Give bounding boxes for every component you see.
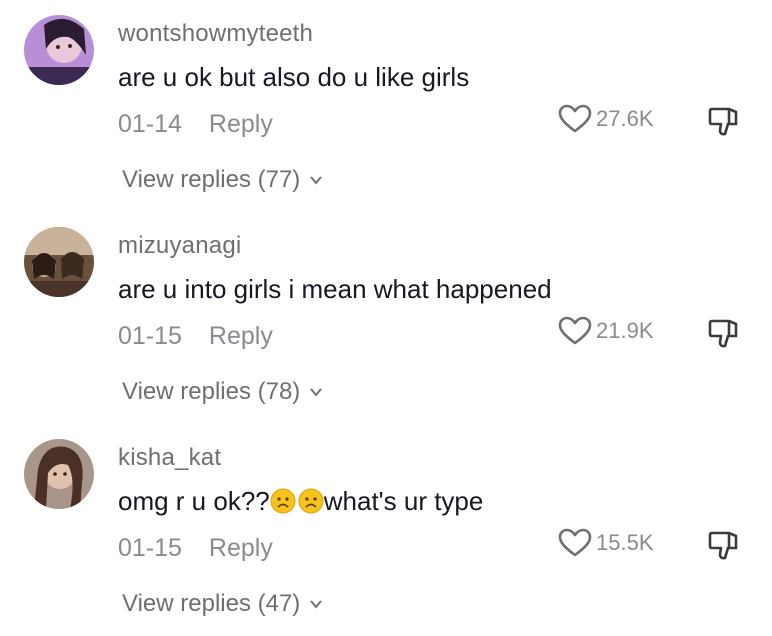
reply-button[interactable]: Reply <box>209 534 273 562</box>
chevron-down-icon <box>310 176 323 185</box>
comment-text: omg r u ok?? what's ur type <box>118 486 483 517</box>
view-replies-label: View replies (77) <box>122 166 301 193</box>
username[interactable]: wontshowmyteeth <box>118 20 313 48</box>
comment-text-suffix: what's ur type <box>323 486 484 516</box>
heart-outline-icon <box>558 104 592 133</box>
avatar[interactable] <box>24 439 94 509</box>
comment-date: 01-14 <box>118 110 182 138</box>
like-count: 15.5K <box>596 530 654 555</box>
comment-text: are u into girls i mean what happened <box>118 274 552 304</box>
frowning-face-emoji <box>270 488 296 514</box>
view-replies-label: View replies (47) <box>122 590 301 617</box>
comment-text: are u ok but also do u like girls <box>118 62 470 92</box>
heart-outline-icon <box>558 528 592 557</box>
comment-1: wontshowmyteeth are u ok but also do u l… <box>0 0 772 212</box>
comment-date: 01-15 <box>118 322 182 350</box>
view-replies-button[interactable]: View replies (77) <box>122 166 324 194</box>
like-button[interactable]: 21.9K <box>558 316 654 346</box>
comment-meta: 01-14 Reply <box>118 110 273 139</box>
thumbs-down-icon[interactable] <box>707 104 741 138</box>
username[interactable]: mizuyanagi <box>118 232 241 260</box>
reply-button[interactable]: Reply <box>209 110 273 138</box>
view-replies-button[interactable]: View replies (78) <box>122 378 324 406</box>
frowning-face-emoji <box>298 488 324 514</box>
view-replies-button[interactable]: View replies (47) <box>122 590 324 618</box>
comment-date: 01-15 <box>118 534 182 562</box>
comment-text-prefix: omg r u ok?? <box>118 486 270 516</box>
like-count: 27.6K <box>596 106 654 131</box>
comment-2: mizuyanagi are u into girls i mean what … <box>0 212 772 424</box>
thumbs-down-icon[interactable] <box>707 528 741 562</box>
heart-outline-icon <box>558 316 592 345</box>
like-count: 21.9K <box>596 318 654 343</box>
chevron-down-icon <box>310 600 323 609</box>
avatar[interactable] <box>24 15 94 85</box>
thumbs-down-icon[interactable] <box>707 316 741 350</box>
reply-button[interactable]: Reply <box>209 322 273 350</box>
like-button[interactable]: 27.6K <box>558 104 654 134</box>
view-replies-label: View replies (78) <box>122 378 301 405</box>
avatar[interactable] <box>24 227 94 297</box>
comment-meta: 01-15 Reply <box>118 534 273 563</box>
comment-meta: 01-15 Reply <box>118 322 273 351</box>
comment-3: kisha_kat omg r u ok?? what's ur type 01… <box>0 424 772 636</box>
username[interactable]: kisha_kat <box>118 444 221 472</box>
like-button[interactable]: 15.5K <box>558 528 654 558</box>
chevron-down-icon <box>310 388 323 397</box>
